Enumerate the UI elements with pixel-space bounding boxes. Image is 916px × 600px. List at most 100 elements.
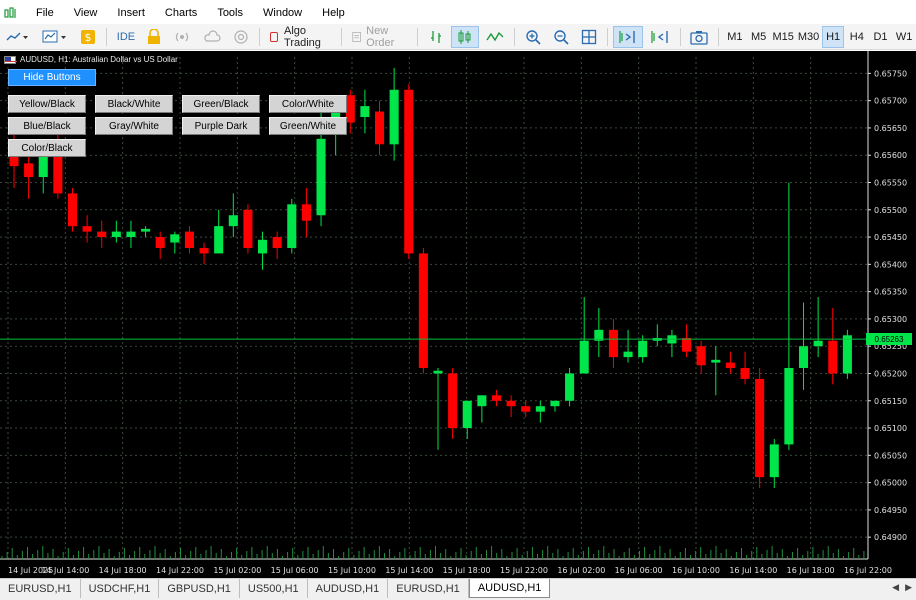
tab-usdchf-h1[interactable]: USDCHF,H1 [81, 579, 160, 598]
toolbar-separator [606, 27, 608, 46]
menu-help[interactable]: Help [312, 2, 355, 24]
zoom-out-icon [554, 29, 569, 45]
templates-button[interactable] [37, 26, 73, 48]
candle-bull [784, 368, 794, 445]
candle-bull [228, 215, 238, 227]
candle-bear [345, 95, 355, 123]
tab-audusd-h1[interactable]: AUDUSD,H1 [308, 579, 389, 598]
x-tick-label: 16 Jul 14:00 [729, 566, 777, 575]
timeframe-m15[interactable]: M15 [771, 26, 794, 48]
y-tick-label: 0.65000 [874, 479, 907, 488]
vps-button[interactable] [228, 26, 254, 48]
timeframe-h4[interactable]: H4 [846, 26, 868, 48]
candle-bull [579, 340, 589, 374]
zoom-in-button[interactable] [520, 26, 546, 48]
x-tick-label: 14 Jul 14:00 [41, 566, 89, 575]
tab-audusd-h1-active[interactable]: AUDUSD,H1 [468, 579, 551, 598]
tab-us500-h1[interactable]: US500,H1 [240, 579, 308, 598]
tab-eurusd-h1-2[interactable]: EURUSD,H1 [388, 579, 469, 598]
chart-shift-button[interactable] [645, 26, 675, 48]
x-tick-label: 16 Jul 06:00 [615, 566, 663, 575]
candle-bull [711, 359, 721, 363]
timeframe-m5[interactable]: M5 [748, 26, 770, 48]
candle-bear [243, 209, 253, 248]
timeframe-d1[interactable]: D1 [870, 26, 892, 48]
theme-color-black-button[interactable]: Color/Black [8, 139, 86, 157]
broadcast-icon [176, 32, 189, 41]
menu-charts[interactable]: Charts [155, 2, 207, 24]
timeframe-h1[interactable]: H1 [822, 25, 844, 48]
cloud-button[interactable] [198, 26, 226, 48]
candle-bull [38, 155, 48, 178]
tile-windows-button[interactable] [576, 26, 602, 48]
price-chart[interactable]: 0.65750 0.65700 0.65650 0.65600 0.65550 0.655… [0, 51, 916, 578]
candle-bear [53, 155, 63, 194]
lock-button[interactable] [142, 26, 166, 48]
candle-bull [389, 89, 399, 145]
algo-trading-button[interactable]: Algo Trading [265, 24, 336, 49]
candle-bull [316, 138, 326, 216]
new-order-button[interactable]: New Order [347, 25, 412, 49]
candle-bear [696, 346, 706, 366]
menu-insert[interactable]: Insert [107, 2, 155, 24]
candle-bull [638, 340, 648, 358]
y-tick-label: 0.65450 [874, 233, 907, 242]
y-tick-label: 0.65550 [874, 179, 907, 188]
candlestick-button[interactable] [450, 25, 479, 48]
y-tick-label: 0.65400 [874, 260, 907, 269]
tab-gbpusd-h1[interactable]: GBPUSD,H1 [159, 579, 240, 598]
candle-bull [813, 340, 823, 347]
market-button[interactable]: $ [75, 26, 101, 48]
algo-trading-label: Algo Trading [284, 24, 321, 49]
line-chart-button[interactable] [481, 26, 509, 48]
theme-color-white-button[interactable]: Color/White [269, 95, 347, 113]
theme-green-white-button[interactable]: Green/White [269, 117, 347, 135]
timeframe-m30[interactable]: M30 [797, 26, 820, 48]
ide-button[interactable]: IDE [112, 26, 140, 48]
tab-scroll-right-icon[interactable]: ▶ [905, 582, 912, 593]
app-logo-icon [2, 6, 20, 20]
toolbar-separator [259, 27, 260, 46]
menu-view[interactable]: View [64, 2, 108, 24]
current-price-label: 0.65263 [866, 333, 912, 346]
candle-bear [448, 373, 458, 429]
timeframe-w1[interactable]: W1 [893, 26, 915, 48]
tab-scroll-left-icon[interactable]: ◀ [892, 582, 899, 593]
menu-window[interactable]: Window [253, 2, 312, 24]
theme-black-white-button[interactable]: Black/White [95, 95, 173, 113]
stop-icon [269, 31, 279, 42]
candle-bull [287, 204, 297, 248]
timeframe-m1[interactable]: M1 [724, 26, 746, 48]
y-tick-label: 0.65150 [874, 397, 907, 406]
candle-bear [755, 378, 765, 478]
candle-bear [740, 368, 750, 379]
grid-icon [581, 29, 596, 44]
tab-eurusd-h1[interactable]: EURUSD,H1 [0, 579, 81, 598]
menu-tools[interactable]: Tools [207, 2, 253, 24]
screenshot-button[interactable] [685, 26, 713, 48]
x-tick-label: 15 Jul 22:00 [500, 566, 548, 575]
hide-buttons-button[interactable]: Hide Buttons [8, 69, 96, 86]
theme-yellow-black-button[interactable]: Yellow/Black [8, 95, 86, 113]
candle-bull [535, 406, 545, 412]
bar-chart-button[interactable] [423, 26, 449, 48]
zoom-in-icon [526, 29, 541, 45]
theme-green-black-button[interactable]: Green/Black [182, 95, 260, 113]
theme-blue-black-button[interactable]: Blue/Black [8, 117, 86, 135]
x-tick-label: 16 Jul 02:00 [557, 566, 605, 575]
zoom-out-button[interactable] [548, 26, 574, 48]
y-tick-label: 0.65100 [874, 424, 907, 433]
signals-button[interactable] [168, 26, 196, 48]
toolbar-separator [513, 27, 515, 46]
lock-icon [148, 28, 161, 44]
ide-label: IDE [116, 30, 136, 43]
theme-purple-dark-button[interactable]: Purple Dark [182, 117, 260, 135]
candle-bear [97, 231, 107, 238]
chart-type-button[interactable] [1, 26, 35, 48]
candle-bull [111, 231, 121, 238]
menu-file[interactable]: File [26, 2, 64, 24]
theme-gray-white-button[interactable]: Gray/White [95, 117, 173, 135]
auto-scroll-button[interactable] [612, 25, 643, 48]
candle-bear [506, 400, 516, 407]
chart-shift-icon [650, 30, 668, 43]
